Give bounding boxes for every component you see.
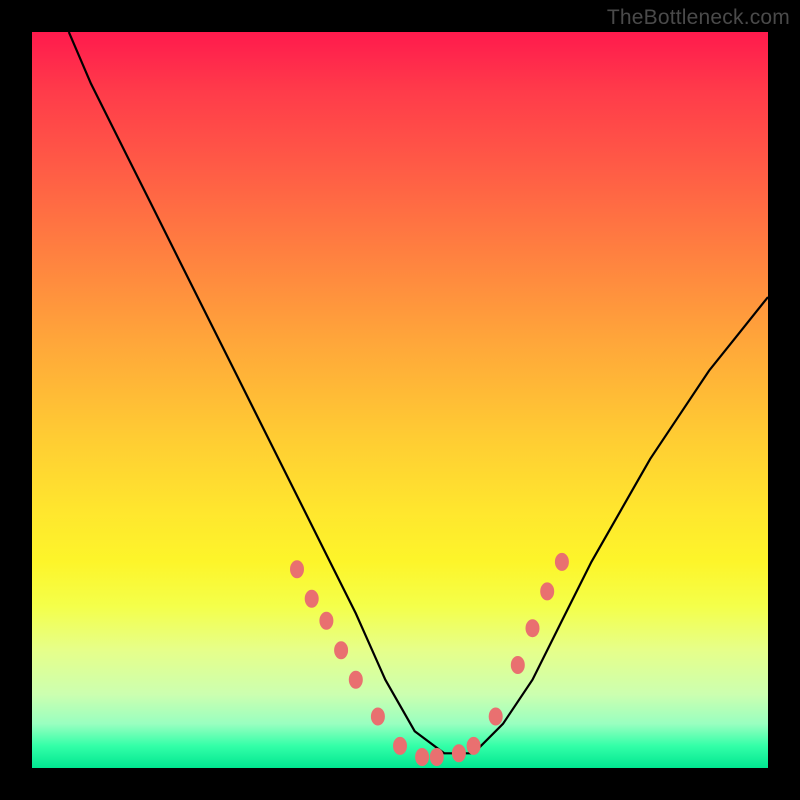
highlight-dot [540,582,554,600]
highlight-dot [305,590,319,608]
highlight-dot [467,737,481,755]
highlighted-points-group [290,553,569,766]
highlight-dot [526,619,540,637]
highlight-dot [371,708,385,726]
bottleneck-curve-svg [32,32,768,768]
highlight-dot [511,656,525,674]
bottleneck-curve [69,32,768,753]
highlight-dot [430,748,444,766]
plot-area [32,32,768,768]
highlight-dot [415,748,429,766]
highlight-dot [349,671,363,689]
highlight-dot [555,553,569,571]
highlight-dot [452,744,466,762]
highlight-dot [334,641,348,659]
watermark-text: TheBottleneck.com [607,6,790,30]
chart-frame: TheBottleneck.com [0,0,800,800]
highlight-dot [489,708,503,726]
highlight-dot [393,737,407,755]
highlight-dot [290,560,304,578]
highlight-dot [319,612,333,630]
